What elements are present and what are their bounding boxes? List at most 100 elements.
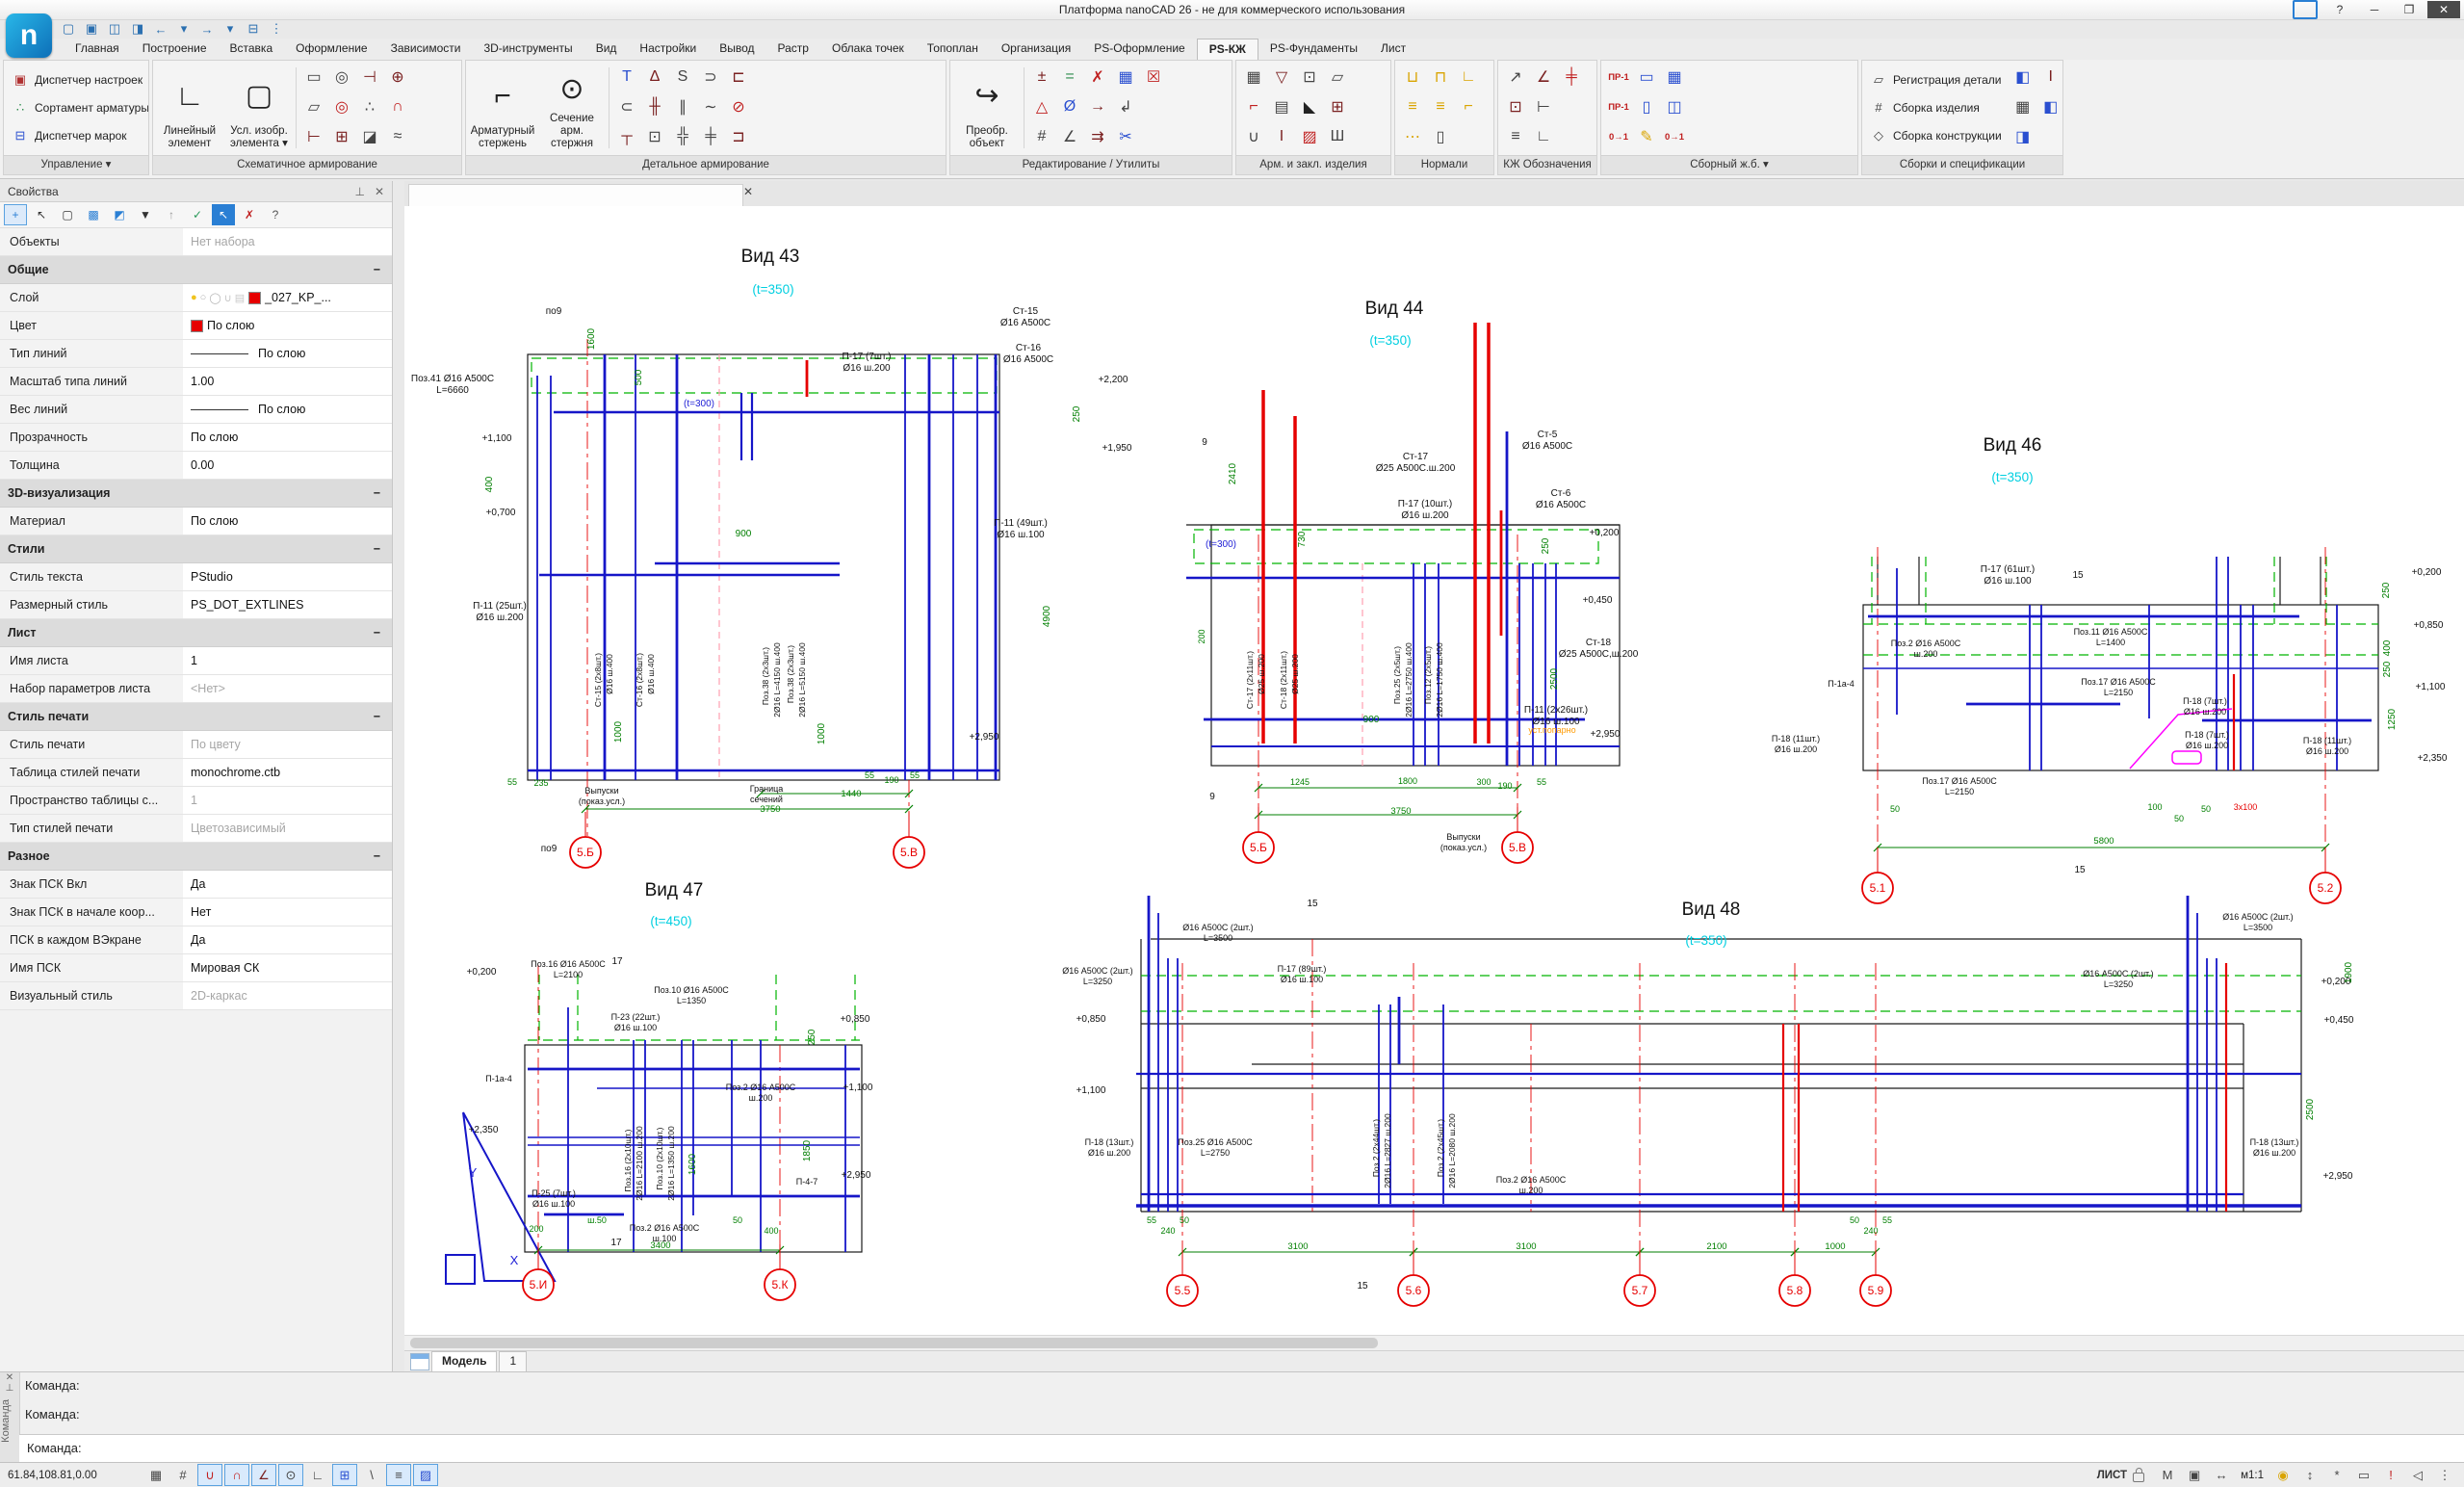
collapse-icon[interactable]: −: [374, 542, 380, 556]
corner-note-icon[interactable]: ∟: [1530, 123, 1557, 150]
property-value[interactable]: monochrome.ctb: [183, 759, 392, 786]
pin-icon[interactable]: ⊥: [0, 1383, 19, 1394]
menu-tab-Вывод[interactable]: Вывод: [708, 39, 765, 60]
channel-icon[interactable]: ∪: [1240, 123, 1267, 150]
mesh-icon[interactable]: ▦: [1240, 64, 1267, 91]
angle-snap-icon[interactable]: ∠: [251, 1464, 276, 1486]
arc-bar-icon[interactable]: ∩: [384, 93, 411, 120]
help-button[interactable]: ?: [2323, 1, 2356, 18]
clear-select-icon[interactable]: ✗: [238, 204, 261, 225]
distribution-line-icon[interactable]: ⊢: [300, 123, 327, 150]
polygon-region-icon[interactable]: ▱: [300, 93, 327, 120]
rebar-assortment-button[interactable]: ∴Сортамент арматуры: [12, 100, 148, 116]
dim-chain-icon[interactable]: ⊣: [356, 64, 383, 91]
info-panel-icon[interactable]: [2293, 0, 2318, 19]
new-file-icon[interactable]: ▢: [60, 21, 77, 37]
layout-list-icon[interactable]: [410, 1353, 429, 1370]
workspace-icon[interactable]: *: [2324, 1464, 2349, 1486]
normal-frame-icon[interactable]: ▯: [1427, 123, 1454, 150]
menu-tab-Топоплан[interactable]: Топоплан: [916, 39, 990, 60]
spec-view-icon[interactable]: ◫: [1661, 93, 1688, 120]
apply-select-icon[interactable]: ✓: [186, 204, 209, 225]
normal-lines-icon[interactable]: ≡: [1399, 93, 1426, 120]
menu-tab-PS-КЖ[interactable]: PS-КЖ: [1197, 39, 1258, 61]
pr1-grid-icon[interactable]: ПР-1: [1605, 64, 1632, 91]
layout-tab-Модель[interactable]: Модель: [431, 1351, 497, 1372]
property-value[interactable]: <Нет>: [183, 675, 392, 702]
pr1-mark-icon[interactable]: ПР-1: [1605, 93, 1632, 120]
layer-on-icon[interactable]: ●: [191, 292, 197, 303]
product-assembly-button[interactable]: #Сборка изделия: [1870, 100, 2002, 115]
property-value[interactable]: 1.00: [183, 368, 392, 395]
embed-plate-icon[interactable]: ⊡: [1296, 64, 1323, 91]
mesh-crossed-icon[interactable]: ▨: [1296, 123, 1323, 150]
menu-tab-Лист[interactable]: Лист: [1369, 39, 1417, 60]
properties-section-Лист[interactable]: Лист−: [0, 619, 392, 647]
collapse-icon[interactable]: −: [374, 710, 380, 723]
normal-hook-icon[interactable]: ∟: [1455, 64, 1482, 91]
edit-assembly-icon[interactable]: ◨: [2010, 123, 2036, 150]
object-snap-tracking-icon[interactable]: ∩: [224, 1464, 249, 1486]
minimize-button[interactable]: ─: [2358, 1, 2391, 18]
close-button[interactable]: ✕: [2427, 1, 2460, 18]
properties-section-Общие[interactable]: Общие−: [0, 256, 392, 284]
delete-bar-icon[interactable]: ✗: [1084, 64, 1111, 91]
drawing-viewport[interactable]: 5.Б5.ВВид 43(t=350)по91600500(t=300)П-17…: [404, 206, 2464, 1335]
invert-select-icon[interactable]: ◩: [108, 204, 131, 225]
property-value[interactable]: 0.00: [183, 452, 392, 479]
property-value[interactable]: ●○◯∪▤_027_KP_...: [183, 284, 392, 311]
collapse-icon[interactable]: −: [374, 626, 380, 639]
tie-bar-icon[interactable]: ╫: [641, 93, 668, 120]
row-note-icon[interactable]: ≡: [1502, 123, 1529, 150]
menu-tab-Растр[interactable]: Растр: [766, 39, 820, 60]
normal-insert-icon[interactable]: ⊔: [1399, 64, 1426, 91]
collapse-icon[interactable]: −: [374, 263, 380, 276]
property-value[interactable]: Да: [183, 926, 392, 953]
property-value[interactable]: 1: [183, 647, 392, 674]
layer-ring-icon[interactable]: ◯: [209, 292, 220, 304]
normal-dots-icon[interactable]: ⋯: [1399, 123, 1426, 150]
property-value[interactable]: PStudio: [183, 563, 392, 590]
blue-rect-icon[interactable]: ▭: [1633, 64, 1660, 91]
copy-assembly-icon[interactable]: ◧: [2037, 93, 2062, 120]
layer-unlock-icon[interactable]: ∪: [224, 292, 232, 304]
menu-tab-Вид[interactable]: Вид: [584, 39, 629, 60]
property-value[interactable]: По слою: [183, 312, 392, 339]
menu-tab-Оформление[interactable]: Оформление: [284, 39, 378, 60]
menu-tab-Главная[interactable]: Главная: [64, 39, 131, 60]
menu-tab-3D-инструменты[interactable]: 3D-инструменты: [472, 39, 584, 60]
crossing-select-icon[interactable]: ▩: [82, 204, 105, 225]
channel-hook-icon[interactable]: ⊐: [725, 123, 752, 150]
pin-icon[interactable]: ⊥: [354, 185, 364, 198]
collapse-icon[interactable]: −: [374, 486, 380, 500]
properties-section-Стиль печати[interactable]: Стиль печати−: [0, 703, 392, 731]
cut-scissors-icon[interactable]: ✂: [1112, 123, 1139, 150]
property-value[interactable]: По слою: [183, 508, 392, 535]
layer-plot-icon[interactable]: ▤: [235, 292, 245, 304]
circle-region-icon[interactable]: ◎: [328, 64, 355, 91]
ortho-mode-icon[interactable]: ∟: [305, 1464, 330, 1486]
speaker-icon[interactable]: ◁: [2405, 1464, 2430, 1486]
symbolic-element-button[interactable]: ▢Усл. изобр.элемента ▾: [226, 64, 292, 152]
rebar-rod-button[interactable]: ⌐Арматурныйстержень: [470, 64, 535, 152]
close-icon[interactable]: ✕: [0, 1372, 19, 1383]
steel-beam-icon[interactable]: I: [1268, 123, 1295, 150]
property-value[interactable]: По слою: [183, 340, 392, 367]
stand-bar-icon[interactable]: ∆: [641, 64, 668, 91]
axis-dim-icon[interactable]: ╪: [1558, 64, 1585, 91]
property-value[interactable]: PS_DOT_EXTLINES: [183, 591, 392, 618]
anchor-plate-icon[interactable]: T: [613, 64, 640, 91]
mesh-light-icon[interactable]: ▤: [1268, 93, 1295, 120]
properties-section-3D-визуализация[interactable]: 3D-визуализация−: [0, 480, 392, 508]
paper-space-button[interactable]: ЛИСТ: [2091, 1470, 2133, 1481]
horizontal-scrollbar[interactable]: [404, 1335, 2464, 1351]
lock-icon[interactable]: [2133, 1473, 2144, 1482]
nanocad-logo[interactable]: n: [6, 13, 52, 58]
move-dots-icon[interactable]: →: [1084, 93, 1111, 120]
marks-manager-button[interactable]: ⊟Диспетчер марок: [12, 128, 148, 143]
append-select-icon[interactable]: +: [4, 204, 27, 225]
select-pointer-icon[interactable]: ↖: [212, 204, 235, 225]
pointer-icon[interactable]: ↖: [30, 204, 53, 225]
extend-bar-icon[interactable]: ±: [1028, 64, 1055, 91]
save-all-icon[interactable]: ◨: [129, 21, 146, 37]
